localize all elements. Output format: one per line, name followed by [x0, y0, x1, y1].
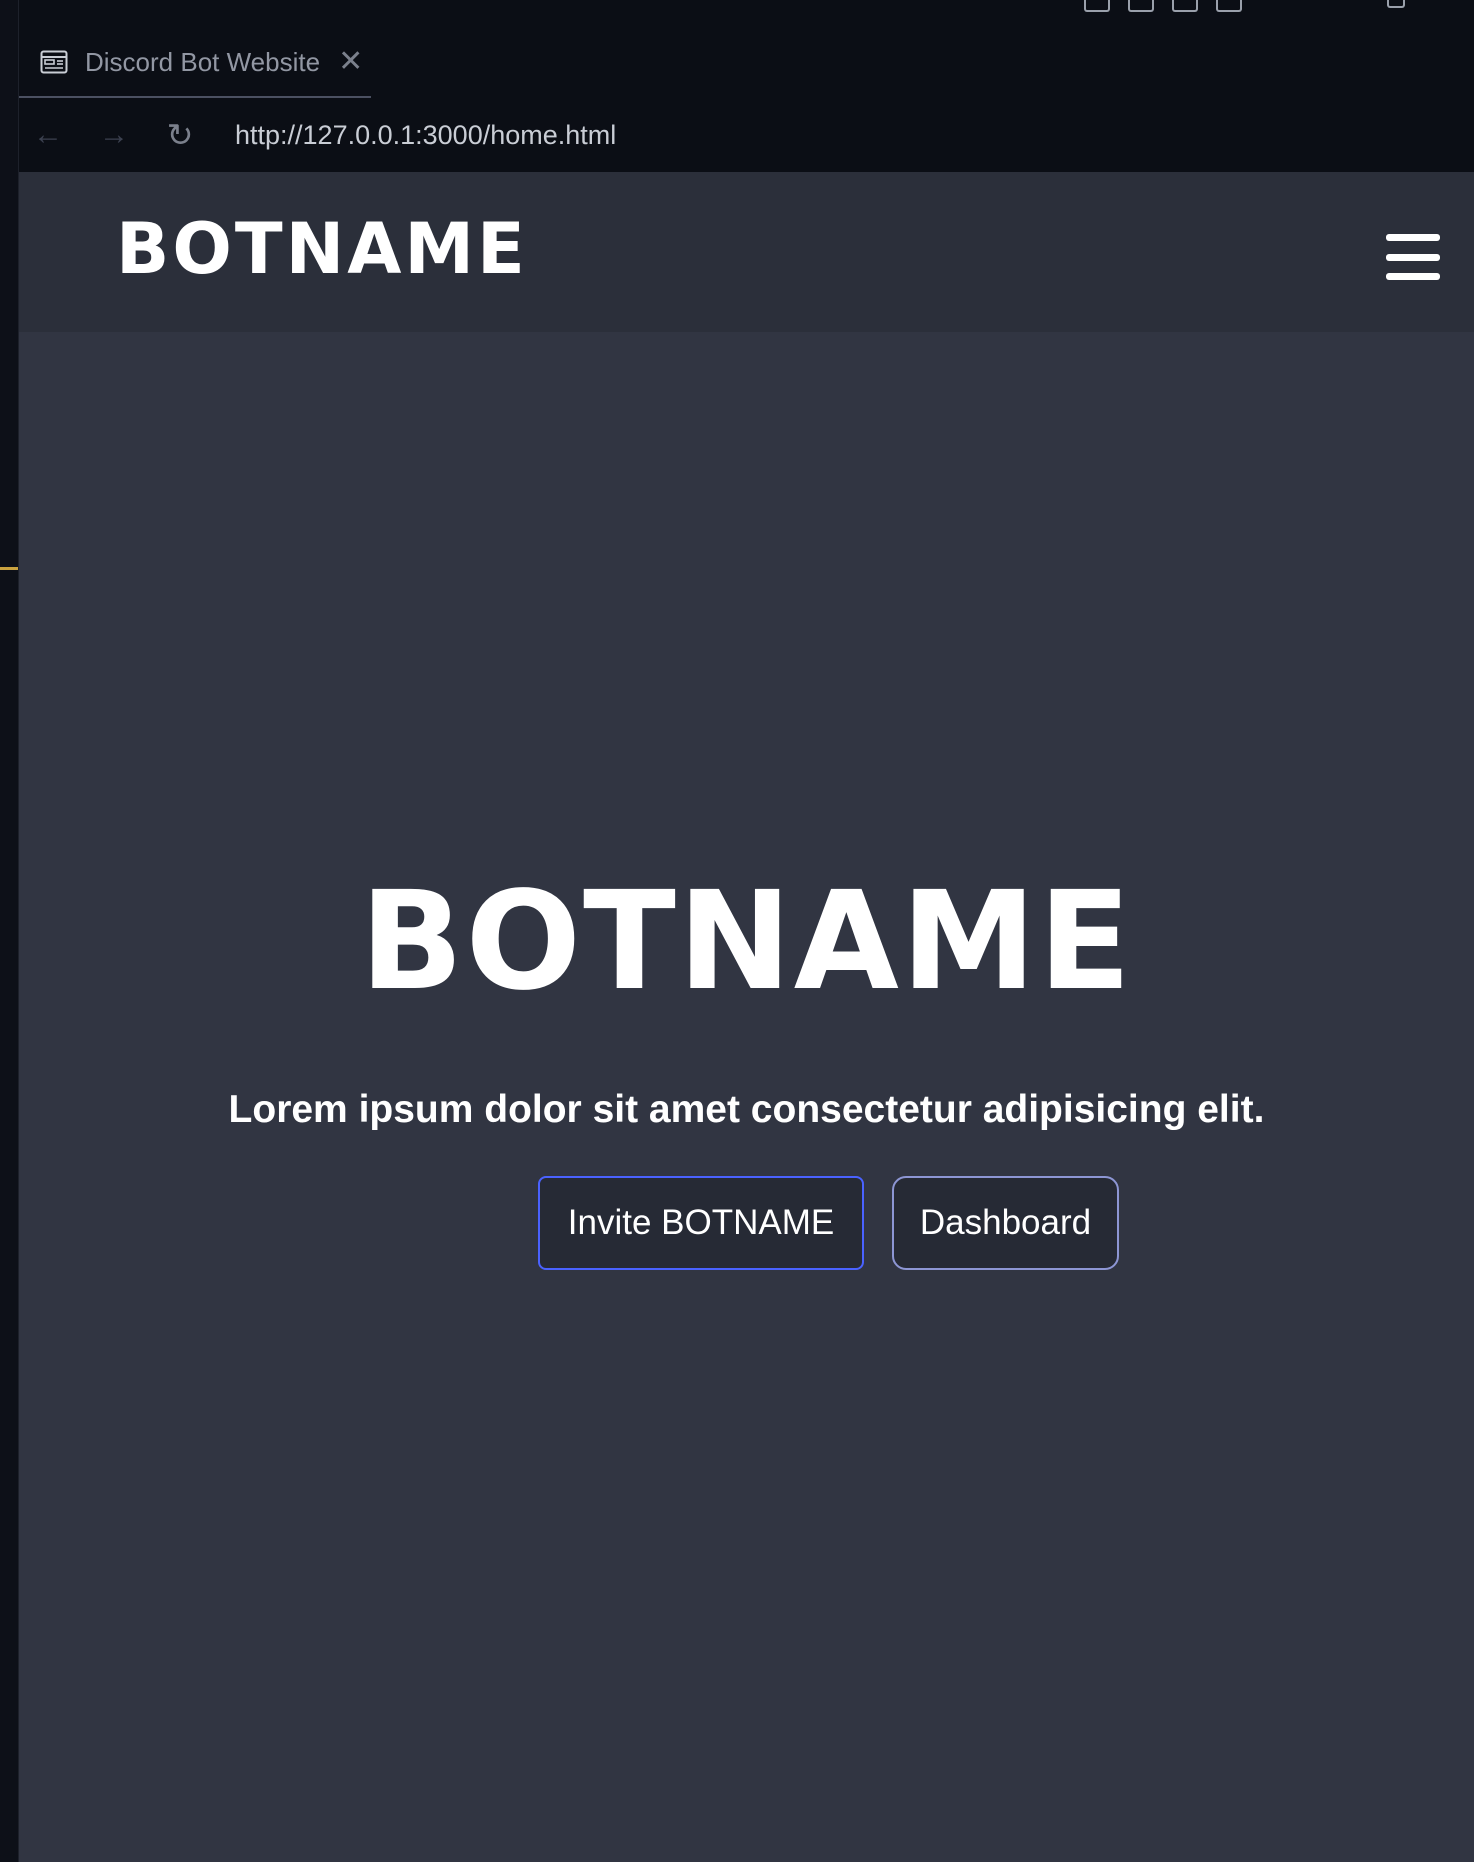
forward-arrow-icon[interactable]: → — [99, 120, 129, 150]
editor-accent-marker — [0, 567, 18, 570]
page-viewport: BOTNAME BOTNAME Lorem ipsum dolor sit am… — [19, 172, 1474, 1862]
toggle-primary-sidebar-icon[interactable] — [1084, 0, 1110, 12]
invite-bot-button[interactable]: Invite BOTNAME — [538, 1176, 864, 1270]
hamburger-line — [1386, 273, 1440, 280]
hero-subtitle: Lorem ipsum dolor sit amet consectetur a… — [228, 1088, 1265, 1131]
hamburger-menu-icon[interactable] — [1386, 234, 1440, 280]
close-icon[interactable]: ✕ — [338, 47, 363, 77]
tab-title: Discord Bot Website — [85, 46, 321, 77]
hero-title: BOTNAME — [359, 863, 1134, 1021]
editor-side-strip — [0, 0, 19, 1862]
hamburger-line — [1386, 253, 1440, 261]
tab-discord-bot-website[interactable]: Discord Bot Website ✕ — [19, 28, 371, 98]
webpage-icon — [40, 50, 68, 74]
site-navbar: BOTNAME — [19, 172, 1474, 332]
toggle-panel-icon[interactable] — [1128, 0, 1154, 12]
restore-window-icon[interactable] — [1387, 0, 1405, 8]
dashboard-button[interactable]: Dashboard — [892, 1176, 1119, 1270]
site-logo[interactable]: BOTNAME — [116, 214, 528, 284]
toggle-secondary-sidebar-icon[interactable] — [1172, 0, 1198, 12]
address-bar: ← → ↻ http://127.0.0.1:3000/home.html — [19, 98, 1474, 172]
url-field[interactable]: http://127.0.0.1:3000/home.html — [235, 120, 616, 151]
reload-icon[interactable]: ↻ — [165, 119, 195, 151]
tab-bar: Discord Bot Website ✕ — [19, 28, 1474, 98]
customize-layout-icon[interactable] — [1216, 0, 1242, 12]
hamburger-line — [1386, 234, 1440, 241]
layout-controls — [1084, 0, 1405, 12]
back-arrow-icon[interactable]: ← — [33, 120, 63, 150]
